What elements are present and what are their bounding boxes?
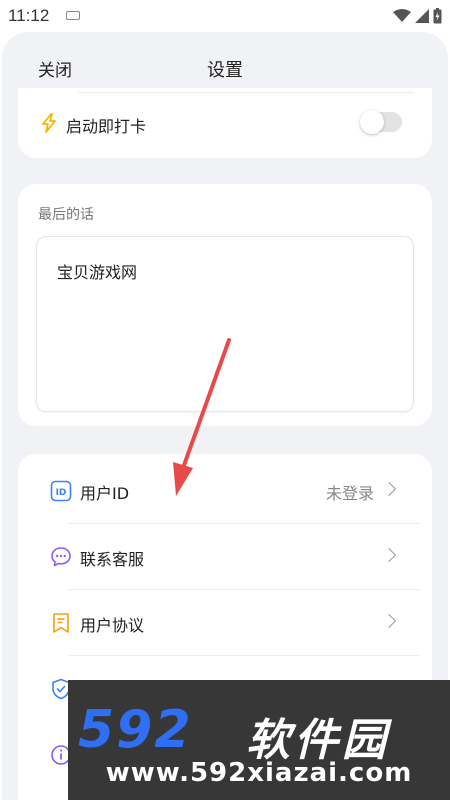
chevron-right-icon	[381, 481, 397, 497]
menu-item-label: 联系客服	[80, 550, 145, 569]
wifi-icon	[393, 9, 411, 22]
chat-bubble-icon	[51, 547, 71, 567]
chevron-right-icon	[381, 547, 397, 563]
svg-text:ID: ID	[56, 488, 67, 498]
toggle-knob	[360, 110, 384, 134]
watermark-url: www.592xiazai.com	[105, 758, 413, 788]
menu-item-label: 用户ID	[80, 484, 130, 503]
menu-item-user-agreement[interactable]: 用户协议	[18, 592, 432, 656]
divider	[68, 523, 420, 524]
keyboard-icon	[66, 11, 80, 20]
auto-punch-card: 启动即打卡	[18, 88, 432, 158]
status-icons	[393, 8, 442, 24]
divider	[68, 655, 420, 656]
bookmark-doc-icon	[53, 613, 69, 633]
menu-item-user-id[interactable]: ID 用户ID 未登录	[18, 460, 432, 524]
auto-punch-label: 启动即打卡	[66, 117, 147, 136]
menu-item-label: 用户协议	[80, 616, 145, 635]
last-words-card: 最后的话 宝贝游戏网	[18, 184, 432, 426]
status-bar: 11:12	[0, 0, 450, 32]
watermark-number: 592	[78, 700, 193, 760]
auto-punch-toggle[interactable]	[360, 110, 402, 134]
last-words-textarea[interactable]: 宝贝游戏网	[36, 236, 414, 412]
page-title: 设置	[207, 60, 243, 81]
watermark-banner: 592 软件园 www.592xiazai.com	[68, 680, 450, 800]
divider	[78, 92, 414, 93]
chevron-right-icon	[381, 613, 397, 629]
watermark-logo: 592 软件园	[68, 692, 450, 766]
menu-item-customer-service[interactable]: 联系客服	[18, 526, 432, 590]
last-words-label: 最后的话	[38, 207, 94, 223]
lightning-bolt-icon	[42, 113, 56, 133]
signal-icon	[415, 9, 429, 23]
last-words-text: 宝贝游戏网	[57, 263, 138, 282]
divider	[68, 589, 420, 590]
id-icon: ID	[50, 480, 72, 502]
status-time: 11:12	[8, 6, 50, 25]
menu-item-value: 未登录	[325, 484, 374, 503]
battery-icon	[433, 8, 442, 24]
